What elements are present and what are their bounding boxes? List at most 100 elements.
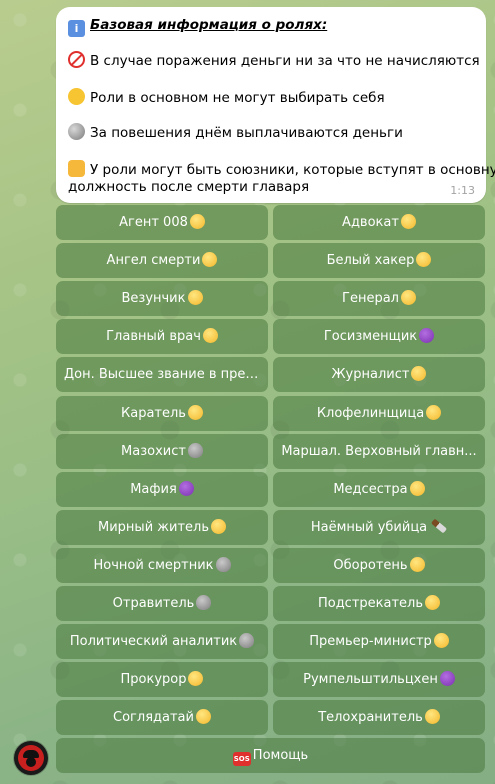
knife-icon bbox=[431, 518, 448, 534]
role-button[interactable]: Премьер-министр bbox=[273, 624, 485, 660]
message-line-1-text: В случае поражения деньги ни за что не н… bbox=[90, 53, 480, 69]
no-entry-icon bbox=[68, 51, 85, 68]
smile-icon bbox=[400, 214, 416, 229]
devil-icon bbox=[419, 328, 435, 344]
role-button[interactable]: Госизменщик bbox=[273, 319, 485, 355]
devil-icon bbox=[439, 671, 455, 687]
role-button[interactable]: Маршал. Верховный главн... bbox=[273, 433, 485, 469]
role-button[interactable]: Мафия bbox=[56, 471, 268, 507]
message-line-4-text: У роли могут быть союзники, которые всту… bbox=[90, 162, 495, 178]
smile-icon bbox=[409, 480, 425, 496]
smile-icon bbox=[411, 366, 427, 382]
message-line-5: должность после смерти главаря bbox=[68, 178, 474, 196]
role-button-label: Белый хакер bbox=[326, 253, 415, 269]
role-button[interactable]: Главный врач bbox=[56, 319, 268, 355]
message-title: Базовая информация о ролях: bbox=[90, 17, 328, 33]
role-button[interactable]: Адвокат bbox=[273, 205, 485, 240]
role-button-label: Прокурор bbox=[120, 672, 187, 688]
role-button[interactable]: Белый хакер bbox=[273, 243, 485, 279]
role-button-label: Наёмный убийца bbox=[310, 519, 428, 535]
message-line-4: У роли могут быть союзники, которые всту… bbox=[68, 160, 495, 179]
role-button[interactable]: Дон. Высшее звание в прес... bbox=[56, 357, 268, 393]
help-button[interactable]: SOS Помощь bbox=[56, 738, 485, 774]
role-button-label: Каратель bbox=[121, 405, 186, 421]
smile-icon bbox=[187, 404, 203, 420]
handshake-icon bbox=[68, 160, 85, 177]
role-button-label: Генерал bbox=[342, 291, 399, 307]
role-button[interactable]: Телохранитель bbox=[273, 700, 485, 736]
role-button-label: Везунчик bbox=[121, 291, 186, 307]
smile-icon bbox=[210, 518, 226, 534]
role-button-label: Госизменщик bbox=[323, 329, 418, 345]
role-button[interactable]: Мирный житель bbox=[56, 509, 268, 545]
role-button-label: Мирный житель bbox=[98, 519, 209, 535]
role-button[interactable]: Румпельштильцхен bbox=[273, 662, 485, 698]
role-button-label: Клофелинщица bbox=[316, 405, 425, 421]
smile-icon bbox=[424, 709, 440, 725]
role-button[interactable]: Соглядатай bbox=[56, 700, 268, 736]
role-button[interactable]: Журналист bbox=[273, 357, 485, 393]
message-title-line: i Базовая информация о ролях: bbox=[68, 16, 474, 37]
alien-icon bbox=[215, 556, 231, 572]
role-button-label: Мафия bbox=[130, 481, 177, 497]
message-line-1: В случае поражения деньги ни за что не н… bbox=[68, 51, 480, 70]
message-line-5-text: должность после смерти главаря bbox=[68, 179, 310, 195]
alien-icon bbox=[187, 442, 203, 458]
role-button[interactable]: Политический аналитик bbox=[56, 624, 268, 660]
smile-icon bbox=[189, 214, 205, 229]
info-icon: i bbox=[68, 20, 85, 37]
role-button[interactable]: Везунчик bbox=[56, 281, 268, 317]
role-button-label: Агент 008 bbox=[119, 215, 188, 230]
role-button[interactable]: Отравитель bbox=[56, 586, 268, 621]
message-line-2-text: Роли в основном не могут выбирать себя bbox=[90, 90, 385, 106]
role-button-label: Оборотень bbox=[333, 557, 408, 573]
smile-icon bbox=[202, 252, 218, 268]
role-button-label: Журналист bbox=[331, 367, 410, 383]
smile-icon bbox=[188, 671, 204, 687]
thinking-face-icon bbox=[68, 88, 85, 105]
alien-icon bbox=[196, 595, 212, 610]
role-button-label: Маршал. Верховный главн... bbox=[281, 443, 477, 459]
role-button-label: Отравитель bbox=[112, 596, 195, 611]
role-button[interactable]: Подстрекатель bbox=[273, 586, 485, 621]
role-button[interactable]: Медсестра bbox=[273, 471, 485, 507]
help-button-label: Помощь bbox=[252, 748, 309, 764]
devil-icon bbox=[178, 480, 194, 496]
smile-icon bbox=[400, 290, 416, 306]
role-button-label: Ангел смерти bbox=[106, 253, 201, 269]
smile-icon bbox=[409, 556, 425, 572]
message-bubble: i Базовая информация о ролях: В случае по… bbox=[56, 7, 495, 203]
smile-icon bbox=[425, 595, 441, 610]
role-button-label: Румпельштильцхен bbox=[303, 672, 438, 688]
smile-icon bbox=[426, 404, 442, 420]
message-line-3: За повешения днём выплачиваются деньги bbox=[68, 123, 474, 142]
role-button[interactable]: Мазохист bbox=[56, 433, 268, 469]
sos-icon: SOS bbox=[232, 752, 251, 767]
role-button[interactable]: Клофелинщица bbox=[273, 395, 485, 431]
message-time: 1:13 bbox=[450, 184, 475, 197]
message-line-3-text: За повешения днём выплачиваются деньги bbox=[90, 125, 403, 141]
role-button[interactable]: Агент 008 bbox=[56, 205, 268, 240]
role-button[interactable]: Ночной смертник bbox=[56, 547, 268, 583]
alien-icon bbox=[239, 633, 255, 649]
role-button[interactable]: Наёмный убийца bbox=[273, 509, 485, 545]
smile-icon bbox=[416, 252, 432, 268]
role-button-label: Подстрекатель bbox=[317, 596, 424, 611]
role-button[interactable]: Ангел смерти bbox=[56, 243, 268, 279]
smile-icon bbox=[433, 633, 449, 649]
smile-icon bbox=[202, 328, 218, 344]
role-button-label: Дон. Высшее звание в прес... bbox=[64, 367, 265, 383]
role-button-label: Ночной смертник bbox=[93, 557, 214, 573]
message-line-2: Роли в основном не могут выбирать себя bbox=[68, 88, 474, 107]
role-button[interactable]: Каратель bbox=[56, 395, 268, 431]
role-button-label: Адвокат bbox=[342, 215, 399, 230]
role-button-label: Политический аналитик bbox=[69, 634, 238, 650]
bot-avatar[interactable] bbox=[14, 741, 48, 775]
role-button-label: Соглядатай bbox=[113, 710, 194, 726]
role-button-label: Главный врач bbox=[106, 329, 201, 345]
role-button[interactable]: Генерал bbox=[273, 281, 485, 317]
role-button[interactable]: Прокурор bbox=[56, 662, 268, 698]
moon-icon bbox=[68, 123, 85, 140]
smile-icon bbox=[187, 290, 203, 306]
role-button[interactable]: Оборотень bbox=[273, 547, 485, 583]
